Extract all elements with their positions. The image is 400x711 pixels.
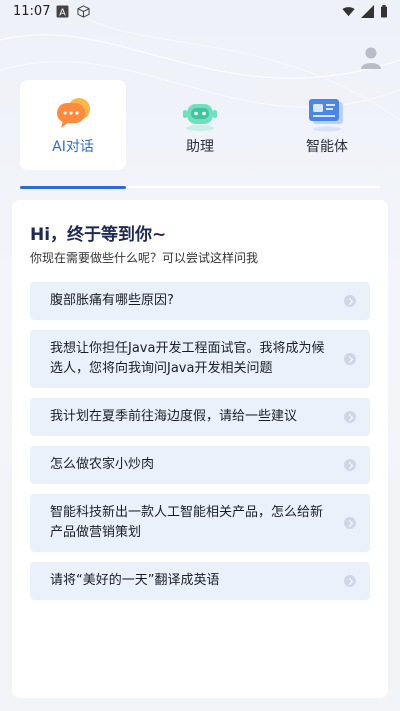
tab-ai-chat[interactable]: AI对话 [20, 80, 126, 170]
question-text: 智能科技新出一款人工智能相关产品，怎么给新产品做营销策划 [50, 505, 324, 540]
question-item[interactable]: 怎么做农家小炒肉 [30, 446, 370, 484]
suggestion-card: Hi，终于等到你~ 你现在需要做些什么呢？可以尝试这样问我 腹部胀痛有哪些原因?… [12, 200, 388, 698]
battery-icon [381, 5, 387, 18]
question-text: 我计划在夏季前往海边度假，请给一些建议 [50, 409, 298, 424]
tab-assistant-label: 助理 [186, 139, 214, 155]
tab-ai-chat-label: AI对话 [52, 139, 94, 155]
chevron-right-icon [344, 353, 356, 365]
chevron-right-icon [344, 295, 356, 307]
status-bar: 11:07 A [0, 0, 400, 24]
suggested-questions: 腹部胀痛有哪些原因? 我想让你担任Java开发工程面试官。我将成为候选人，您将向… [30, 282, 370, 610]
person-icon[interactable] [360, 46, 382, 70]
agent-card-icon [309, 99, 343, 132]
question-text: 请将“美好的一天”翻译成英语 [50, 573, 220, 588]
tab-indicator [20, 186, 126, 189]
robot-icon [183, 104, 217, 131]
svg-text:A: A [59, 7, 66, 18]
chevron-right-icon [344, 459, 356, 471]
font-a-icon: A [56, 5, 69, 18]
question-text: 我想让你担任Java开发工程面试官。我将成为候选人，您将向我询问Java开发相关… [50, 341, 325, 376]
question-text: 怎么做农家小炒肉 [50, 457, 155, 472]
question-item[interactable]: 智能科技新出一款人工智能相关产品，怎么给新产品做营销策划 [30, 494, 370, 552]
question-item[interactable]: 腹部胀痛有哪些原因? [30, 282, 370, 320]
tab-agent[interactable]: 智能体 [274, 80, 380, 170]
chevron-right-icon [344, 411, 356, 423]
question-item[interactable]: 我想让你担任Java开发工程面试官。我将成为候选人，您将向我询问Java开发相关… [30, 330, 370, 388]
greeting-title: Hi，终于等到你~ [30, 225, 167, 245]
wifi-icon [342, 7, 355, 17]
greeting-subtitle: 你现在需要做些什么呢？可以尝试这样问我 [30, 251, 259, 265]
question-text: 腹部胀痛有哪些原因? [50, 293, 174, 308]
status-time: 11:07 [13, 4, 51, 19]
tab-assistant[interactable]: 助理 [147, 80, 253, 170]
question-item[interactable]: 我计划在夏季前往海边度假，请给一些建议 [30, 398, 370, 436]
question-item[interactable]: 请将“美好的一天”翻译成英语 [30, 562, 370, 600]
tab-agent-label: 智能体 [306, 139, 348, 155]
chevron-right-icon [344, 575, 356, 587]
tab-bar: AI对话 助理 智能体 [20, 80, 380, 170]
chat-bubble-icon [57, 98, 90, 128]
chevron-right-icon [344, 517, 356, 529]
cube-icon [77, 5, 90, 18]
signal-icon [361, 5, 374, 18]
